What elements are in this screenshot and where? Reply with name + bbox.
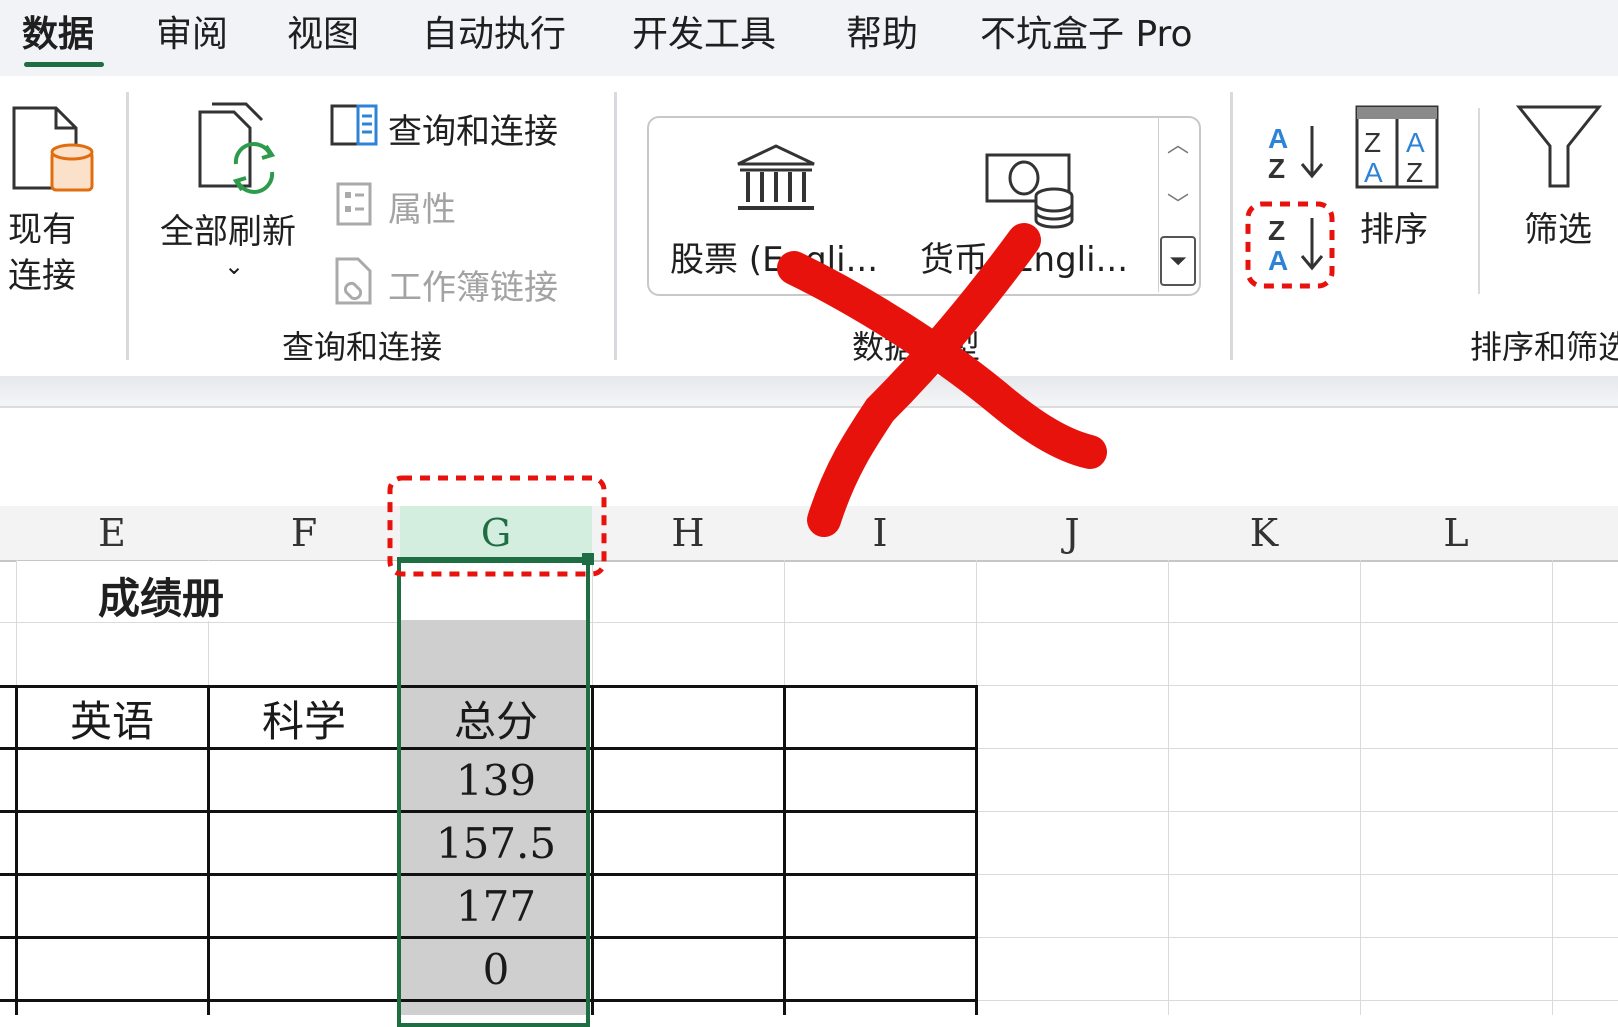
gallery-scroll-down-icon[interactable]: ﹀: [1160, 178, 1196, 228]
tab-bukeng-box-pro[interactable]: 不坑盒子 Pro: [980, 10, 1193, 60]
queries-connections-label: 查询和连接: [388, 112, 558, 152]
sort-label: 排序: [1360, 210, 1428, 250]
ribbon-separator: [1478, 108, 1480, 294]
gallery-more-icon[interactable]: ⏷: [1160, 236, 1196, 286]
column-header-e[interactable]: E: [16, 506, 209, 562]
sort-dialog-icon: Z A A Z: [1355, 105, 1439, 189]
queries-pane-icon: [330, 104, 378, 146]
properties-label: 属性: [388, 190, 456, 230]
ribbon-separator: [614, 92, 617, 360]
properties-icon: [336, 182, 372, 226]
column-header-i[interactable]: I: [784, 506, 977, 562]
tab-data[interactable]: 数据: [22, 10, 94, 60]
filter-label: 筛选: [1524, 210, 1592, 250]
currencies-label: 货币 (Engli...: [920, 240, 1129, 280]
column-header-k[interactable]: K: [1168, 506, 1361, 562]
group-label-queries: 查询和连接: [282, 328, 443, 366]
workbook-links-icon: [335, 257, 372, 305]
formula-bar-area[interactable]: [0, 406, 1618, 488]
svg-text:Z: Z: [1268, 153, 1285, 182]
currency-icon: [985, 153, 1074, 229]
tab-help[interactable]: 帮助: [846, 10, 918, 60]
group-label-sort-filter: 排序和筛选: [1470, 328, 1618, 366]
stocks-bank-icon: [737, 144, 815, 210]
chevron-down-icon: ⌄: [224, 252, 245, 280]
svg-text:A: A: [1268, 245, 1288, 274]
tab-review[interactable]: 审阅: [156, 10, 228, 60]
filter-funnel-icon: [1516, 105, 1602, 188]
sort-ascending-icon[interactable]: A Z: [1266, 122, 1328, 182]
tab-developer[interactable]: 开发工具: [632, 10, 776, 60]
sheet-title[interactable]: 成绩册: [98, 565, 224, 626]
column-header-f[interactable]: F: [208, 506, 401, 562]
column-header-l[interactable]: L: [1360, 506, 1553, 562]
column-header-h[interactable]: H: [592, 506, 785, 562]
column-header-partial[interactable]: [1552, 506, 1618, 562]
workbook-links-label: 工作簿链接: [388, 268, 558, 308]
ribbon-separator: [126, 92, 129, 360]
existing-connections-label-1: 现有: [8, 210, 76, 250]
header-cell-science[interactable]: 科学: [208, 688, 400, 748]
refresh-icon: [198, 102, 276, 194]
sort-descending-icon[interactable]: Z A: [1266, 214, 1328, 274]
svg-text:A: A: [1406, 127, 1425, 158]
svg-text:A: A: [1268, 123, 1288, 154]
header-cell-english[interactable]: 英语: [16, 688, 208, 748]
stocks-label: 股票 (Engli...: [670, 240, 879, 280]
ribbon-separator: [1230, 92, 1233, 360]
ribbon-bottom-shadow: [0, 376, 1618, 406]
sheet-top-gap: [0, 484, 1618, 506]
group-label-data-types: 数据类型: [852, 328, 981, 366]
svg-text:Z: Z: [1364, 127, 1381, 158]
svg-text:Z: Z: [1268, 215, 1285, 246]
column-header-g[interactable]: G: [400, 506, 593, 563]
refresh-all-label: 全部刷新: [160, 212, 296, 252]
ribbon-tab-bar: 数据 审阅 视图 自动执行 开发工具 帮助 不坑盒子 Pro: [0, 0, 1618, 76]
column-header-partial[interactable]: [0, 506, 17, 562]
tab-view[interactable]: 视图: [287, 10, 359, 60]
svg-text:A: A: [1364, 157, 1383, 188]
existing-connections-icon: [12, 106, 94, 192]
column-header-j[interactable]: J: [976, 506, 1169, 562]
active-tab-indicator: [24, 62, 104, 67]
gallery-scroll-up-icon[interactable]: ︿: [1160, 118, 1196, 168]
tab-automate[interactable]: 自动执行: [422, 10, 566, 60]
column-selection-border: [397, 557, 590, 1027]
fill-handle[interactable]: [582, 553, 594, 565]
existing-connections-label-2: 连接: [8, 256, 76, 296]
svg-text:Z: Z: [1406, 157, 1423, 188]
